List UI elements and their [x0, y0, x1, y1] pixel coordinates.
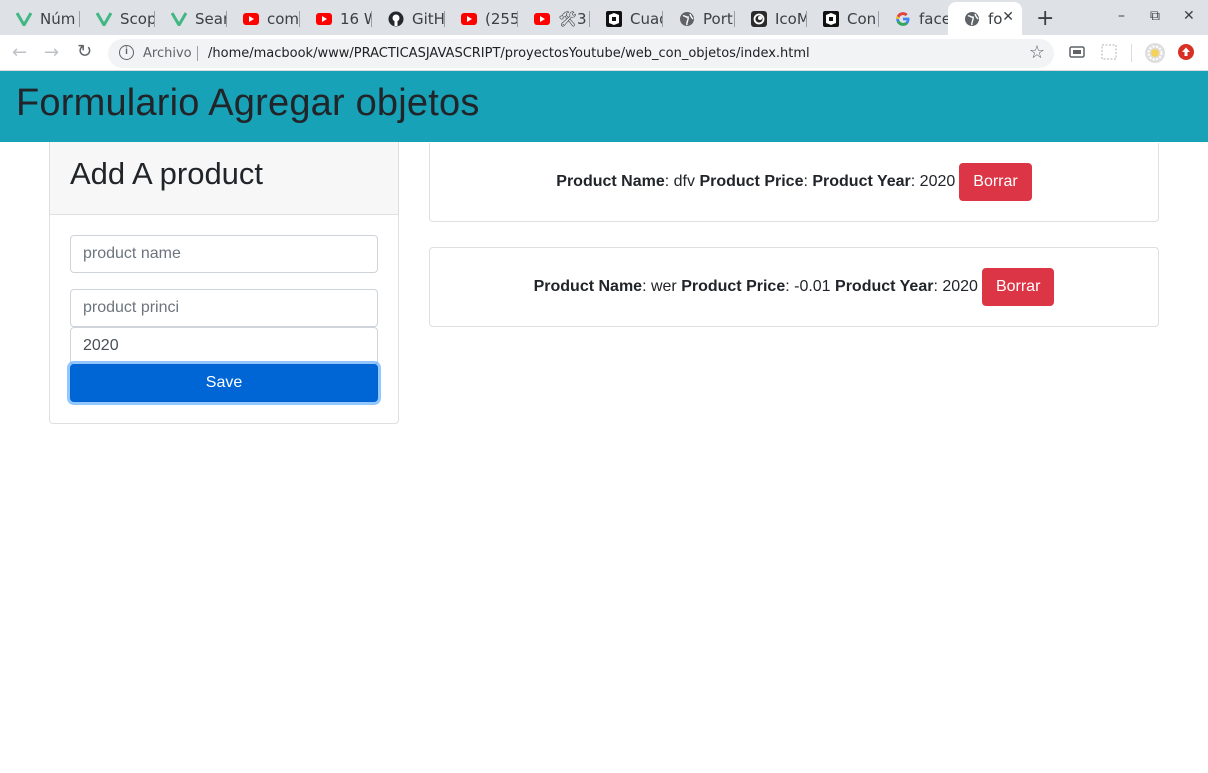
page-title: Formulario Agregar objetos [16, 82, 480, 124]
avatar[interactable] [1145, 43, 1165, 63]
product-name-label: Product Name [533, 278, 643, 295]
browser-tab[interactable]: (255 [445, 5, 518, 32]
address-bar[interactable]: i Archivo /home/macbook/www/PRACTICASJAV… [108, 39, 1054, 68]
browser-tab[interactable]: Scop [80, 5, 155, 32]
bookmark-star-icon[interactable]: ☆ [1029, 42, 1045, 63]
vue-icon [16, 11, 32, 27]
browser-tab[interactable]: IcoM [735, 5, 807, 32]
product-card: Product Name: dfv Product Price: Product… [429, 143, 1159, 222]
back-arrow-icon[interactable]: ← [12, 42, 27, 63]
browser-tab[interactable]: Con [807, 5, 879, 32]
save-button[interactable]: Save [70, 364, 378, 402]
card-header: Add A product [50, 142, 398, 215]
form-heading: Add A product [70, 156, 264, 191]
cast-icon[interactable] [1069, 44, 1085, 60]
vue-icon [96, 11, 112, 27]
product-year-value: 2020 [919, 173, 956, 190]
delete-product-button[interactable]: Borrar [981, 268, 1055, 306]
browser-tab[interactable]: Cuad [590, 5, 663, 32]
codepen-icon [606, 10, 622, 27]
browser-tab[interactable]: face [879, 5, 948, 32]
product-price-label: Product Price [681, 278, 786, 295]
tab-title: GitH [412, 9, 445, 28]
new-tab-button[interactable]: + [1036, 6, 1054, 31]
tab-title: 🛠3 [558, 9, 587, 28]
close-tab-icon[interactable]: ✕ [1002, 9, 1014, 25]
reload-icon[interactable]: ↻ [77, 41, 92, 62]
product-year-input[interactable] [70, 327, 378, 365]
youtube-icon [534, 11, 550, 27]
product-price-value: -0.01 [794, 278, 831, 295]
product-name-label: Product Name [556, 173, 665, 190]
browser-tab[interactable]: 16 W [300, 5, 372, 32]
extension-icon[interactable] [1101, 44, 1117, 60]
page-navbar: Formulario Agregar objetos [0, 71, 1208, 142]
vue-icon [171, 11, 187, 27]
product-card: Product Name: wer Product Price: -0.01 P… [429, 247, 1159, 327]
minimize-window-button[interactable]: – [1118, 8, 1125, 24]
info-icon[interactable]: i [119, 45, 134, 60]
address-url[interactable]: /home/macbook/www/PRACTICASJAVASCRIPT/pr… [208, 46, 810, 61]
address-scheme-label: Archivo [143, 46, 192, 61]
tab-title: fo [988, 9, 1003, 28]
add-product-card: Add A product Save [49, 142, 399, 424]
browser-tab[interactable]: Núm [0, 5, 80, 32]
tab-title: 16 W [340, 9, 372, 28]
icomoon-icon [751, 10, 767, 27]
youtube-icon [461, 11, 477, 27]
product-price-label: Product Price [699, 173, 804, 190]
browser-tab[interactable]: GitH [372, 5, 445, 32]
update-icon[interactable] [1178, 44, 1194, 60]
browser-tab-strip: Núm Scop Sear com 16 W GitH (255 🛠3 Cua [0, 0, 1208, 35]
close-window-button[interactable]: ✕ [1183, 8, 1195, 24]
google-icon [895, 11, 911, 27]
tab-title: IcoM [775, 9, 807, 28]
tab-title: Port [703, 9, 733, 28]
product-name-value: wer [650, 278, 677, 295]
product-year-label: Product Year [835, 278, 934, 295]
tab-title: Sear [195, 9, 227, 28]
codepen-icon [823, 10, 839, 27]
tab-title: Núm [40, 9, 76, 28]
restore-window-button[interactable]: ⧉ [1150, 8, 1160, 24]
browser-tab[interactable]: 🛠3 [518, 5, 590, 32]
browser-toolbar: ← → ↻ i Archivo /home/macbook/www/PRACTI… [0, 35, 1208, 71]
tab-title: com [267, 9, 300, 28]
product-year-label: Product Year [812, 173, 911, 190]
browser-tab-active[interactable]: fo ✕ [948, 2, 1022, 35]
tab-title: Scop [120, 9, 155, 28]
github-icon [388, 11, 404, 27]
product-year-value: 2020 [942, 278, 978, 295]
tab-title: face [919, 9, 948, 28]
youtube-icon [243, 11, 259, 27]
browser-tab[interactable]: com [227, 5, 300, 32]
globe-icon [964, 11, 980, 27]
forward-arrow-icon[interactable]: → [44, 42, 59, 63]
delete-product-button[interactable]: Borrar [959, 163, 1032, 201]
tab-title: Cuad [630, 9, 663, 28]
browser-tab[interactable]: Port [663, 5, 735, 32]
product-name-input[interactable] [70, 235, 378, 273]
youtube-icon [316, 11, 332, 27]
tab-title: Con [847, 9, 877, 28]
globe-icon [679, 11, 695, 27]
product-price-input[interactable] [70, 289, 378, 327]
browser-tab[interactable]: Sear [155, 5, 227, 32]
tab-title: (255 [485, 9, 518, 28]
product-name-value: dfv [673, 173, 695, 190]
